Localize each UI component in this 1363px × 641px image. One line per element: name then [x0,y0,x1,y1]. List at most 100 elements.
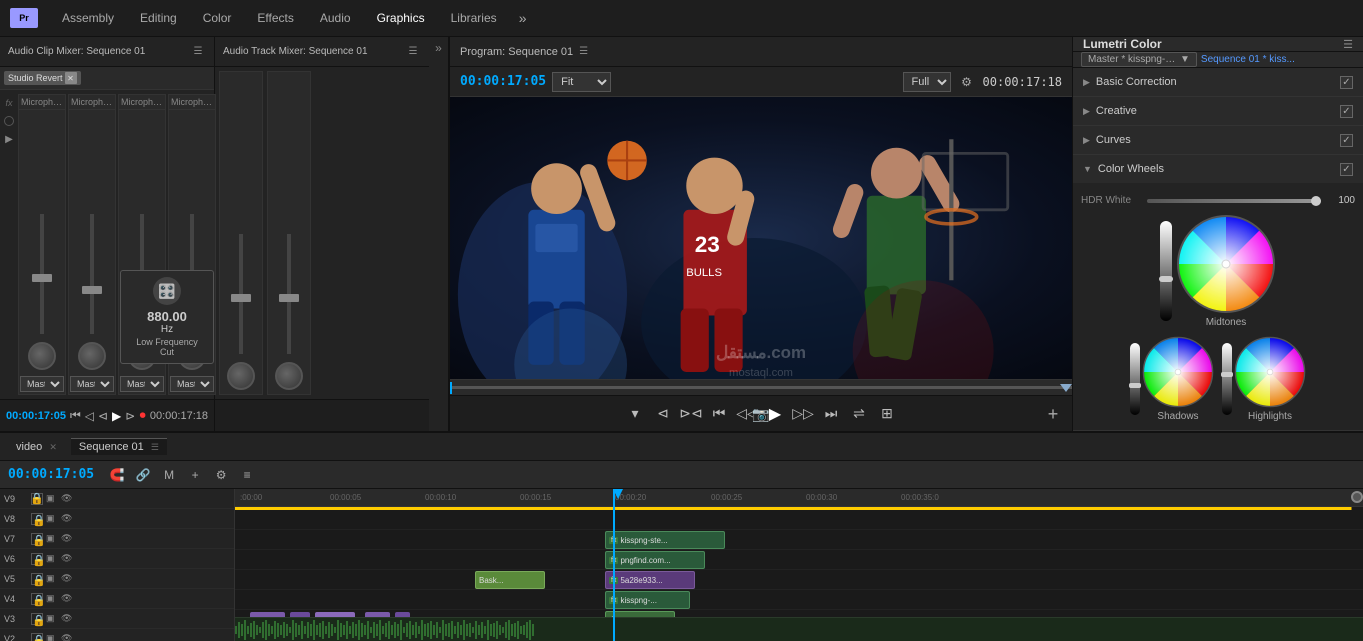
v3-clip-icon[interactable]: ▣ [46,613,58,625]
v7-eye[interactable]: 👁 [61,533,72,544]
pb-step-fwd[interactable]: ▷▷ [790,401,816,427]
basic-correction-header[interactable]: ▶ Basic Correction [1073,68,1363,96]
tc-insert-btn[interactable]: + [184,464,206,486]
transport-step-fwd[interactable]: ⊳ [125,406,135,426]
nav-effects[interactable]: Effects [245,7,305,29]
pb-to-in[interactable]: ⏮ [706,401,732,427]
v5-eye[interactable]: 👁 [61,573,72,584]
pb-add-button[interactable]: + [1040,401,1066,427]
expand-icon[interactable]: » [435,41,442,55]
pb-to-out[interactable]: ⏭ [818,401,844,427]
nav-more-btn[interactable]: » [511,6,535,30]
audio-clip-mixer-menu[interactable]: ☰ [190,44,206,60]
color-wheels-header[interactable]: ▼ Color Wheels [1073,155,1363,183]
highlights-brightness-slider[interactable] [1222,343,1232,415]
track-ch2-knob[interactable] [275,362,303,390]
v9-lock[interactable]: 🔒 [31,493,43,505]
pb-export-frame[interactable]: 📷 [748,401,774,427]
curves-checkbox[interactable] [1340,134,1353,147]
nav-color[interactable]: Color [191,7,244,29]
clip-v8-kisspng[interactable]: fx kisspng-ste... [605,531,725,549]
clip-v7-pngfind[interactable]: fx pngfind.com... [605,551,705,569]
ch4-master-select[interactable]: Master [170,376,214,392]
v8-eye[interactable]: 👁 [61,513,72,524]
transport-prev-frame[interactable]: ◁ [85,406,94,426]
midtones-wheel-svg[interactable] [1176,214,1276,314]
ch1-master-select[interactable]: Master [20,376,64,392]
track-v5[interactable]: fx kisspng-... [235,590,1363,610]
nav-editing[interactable]: Editing [128,7,189,29]
tc-link-btn[interactable]: 🔗 [132,464,154,486]
color-wheels-checkbox[interactable] [1340,163,1353,176]
track-v8[interactable]: fx kisspng-ste... [235,530,1363,550]
ch1-fader-track[interactable] [40,214,44,334]
pb-prev-edit[interactable]: ⊲ [650,401,676,427]
midtones-brightness-slider[interactable] [1160,221,1172,321]
ch2-master-select[interactable]: Master [70,376,114,392]
v5-clip-icon[interactable]: ▣ [46,573,58,585]
nav-assembly[interactable]: Assembly [50,7,126,29]
tc-snap-btn[interactable]: 🧲 [106,464,128,486]
monitor-timeline-ruler[interactable] [450,379,1072,395]
pb-marker-in[interactable]: ▾ [622,401,648,427]
v2-clip-icon[interactable]: ▣ [46,633,58,641]
pb-loop[interactable]: ⇌ [846,401,872,427]
nav-libraries[interactable]: Libraries [439,7,509,29]
ch2-knob[interactable] [78,342,106,370]
track-v7[interactable]: fx pngfind.com... [235,550,1363,570]
transport-record[interactable]: ⏺ [139,406,146,426]
lumetri-sequence-link[interactable]: Sequence 01 * kiss... [1201,54,1295,65]
ch2-fader-knob[interactable] [82,286,102,294]
v9-eye[interactable]: 👁 [61,493,72,504]
v7-lock[interactable]: 🔒 [31,533,43,545]
ch1-knob[interactable] [28,342,56,370]
expand-panel-btn[interactable]: » [429,37,449,431]
v2-eye[interactable]: 👁 [61,633,72,641]
v8-lock[interactable]: 🔒 [31,513,43,525]
timeline-tab-sequence[interactable]: Sequence 01 ☰ [71,438,167,455]
zoom-select[interactable]: Fit 25% 50% 100% [552,72,611,92]
tool-circle[interactable] [4,116,14,126]
v2-lock[interactable]: 🔒 [31,633,43,641]
tc-marker-btn[interactable]: M [158,464,180,486]
pb-split[interactable]: ⊳⊲ [678,401,704,427]
midtones-brightness-thumb[interactable] [1159,276,1173,282]
v3-eye[interactable]: 👁 [61,613,72,624]
lumetri-source-dropdown[interactable]: Master * kisspng-step... ▼ [1081,52,1197,67]
v6-lock[interactable]: 🔒 [31,553,43,565]
hdr-white-slider[interactable] [1147,199,1321,203]
v5-lock[interactable]: 🔒 [31,573,43,585]
tc-tool-btn[interactable]: ⚙ [210,464,232,486]
v8-clip-icon[interactable]: ▣ [46,513,58,525]
ch3-master-select[interactable]: Master [120,376,164,392]
clip-v5-kisspng[interactable]: fx kisspng-... [605,591,690,609]
v6-clip-icon[interactable]: ▣ [46,553,58,565]
shadows-brightness-thumb[interactable] [1129,383,1141,388]
lumetri-menu-btn[interactable]: ☰ [1343,38,1353,51]
monitor-settings-btn[interactable]: ⚙ [957,72,977,92]
highlights-wheel-svg[interactable] [1234,336,1306,408]
shadows-wheel-svg[interactable] [1142,336,1214,408]
clip-v6-5a28[interactable]: fx 5a28e933... [605,571,695,589]
track-ch2-fader-knob[interactable] [279,294,299,302]
pb-safe-margins[interactable]: ⊞ [874,401,900,427]
hdr-white-thumb[interactable] [1311,196,1321,206]
track-ch2-fader-track[interactable] [287,234,291,354]
tool-arrow[interactable]: ▶ [5,134,13,145]
studio-revert-close[interactable]: ✕ [65,72,77,84]
nav-audio[interactable]: Audio [308,7,363,29]
v3-lock[interactable]: 🔒 [31,613,43,625]
track-v9[interactable] [235,510,1363,530]
track-ch1-fader-knob[interactable] [231,294,251,302]
ch2-fader-track[interactable] [90,214,94,334]
video-close-icon[interactable]: ✕ [49,442,57,452]
transport-step-back[interactable]: ⊲ [98,406,108,426]
highlights-brightness-thumb[interactable] [1221,372,1233,377]
timeline-tab-video[interactable]: video ✕ [8,439,65,455]
quality-select[interactable]: Full 1/2 1/4 [903,72,951,92]
track-v6[interactable]: Bask... fx 5a28e933... [235,570,1363,590]
tc-settings-btn[interactable]: ≡ [236,464,258,486]
monitor-menu[interactable]: ☰ [579,46,588,57]
ch1-fader-knob[interactable] [32,274,52,282]
end-marker-circle[interactable] [1351,491,1363,503]
